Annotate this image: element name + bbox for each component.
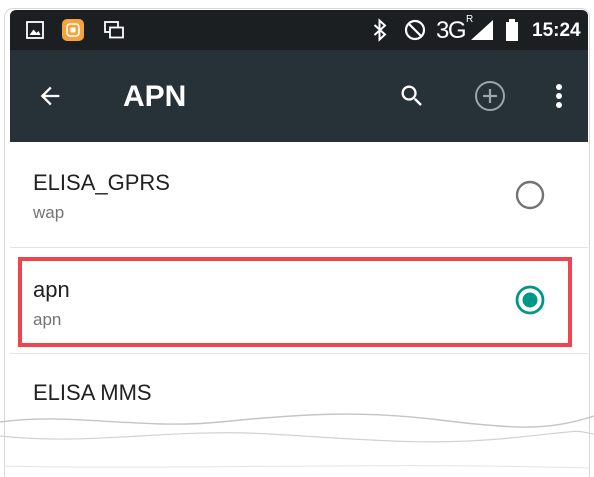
- search-icon[interactable]: [398, 82, 426, 110]
- signal-icon: [471, 20, 493, 40]
- status-bar: 3G R 15:24: [10, 10, 588, 50]
- multi-window-icon: [104, 21, 124, 39]
- mirroring-app-icon: [62, 19, 84, 41]
- radio-button-apn[interactable]: [514, 284, 546, 316]
- page-title: APN: [123, 80, 187, 113]
- more-vert-icon[interactable]: [553, 82, 565, 110]
- radio-button-elisa-gprs[interactable]: [514, 179, 546, 211]
- image-icon: [26, 21, 44, 39]
- clock-time: 15:24: [532, 20, 581, 41]
- network-type-label: 3G: [436, 17, 467, 44]
- apn-item-name: apn: [33, 277, 70, 302]
- do-not-disturb-icon: [404, 19, 426, 41]
- apn-item-name: ELISA_GPRS: [33, 170, 170, 195]
- apn-item-subtitle: wap: [33, 203, 65, 222]
- arrow-back-icon[interactable]: [36, 82, 64, 110]
- apn-item-elisa-gprs[interactable]: ELISA_GPRS wap: [10, 142, 588, 247]
- apn-item-name: ELISA MMS: [33, 380, 152, 405]
- battery-icon: [505, 19, 519, 41]
- apn-item-apn[interactable]: apn apn: [10, 248, 588, 353]
- bluetooth-icon: [373, 18, 387, 42]
- apn-item-elisa-mms[interactable]: ELISA MMS: [10, 354, 588, 410]
- apn-item-subtitle: apn: [33, 310, 62, 329]
- add-circle-icon[interactable]: [474, 80, 506, 112]
- app-bar: APN: [10, 50, 588, 142]
